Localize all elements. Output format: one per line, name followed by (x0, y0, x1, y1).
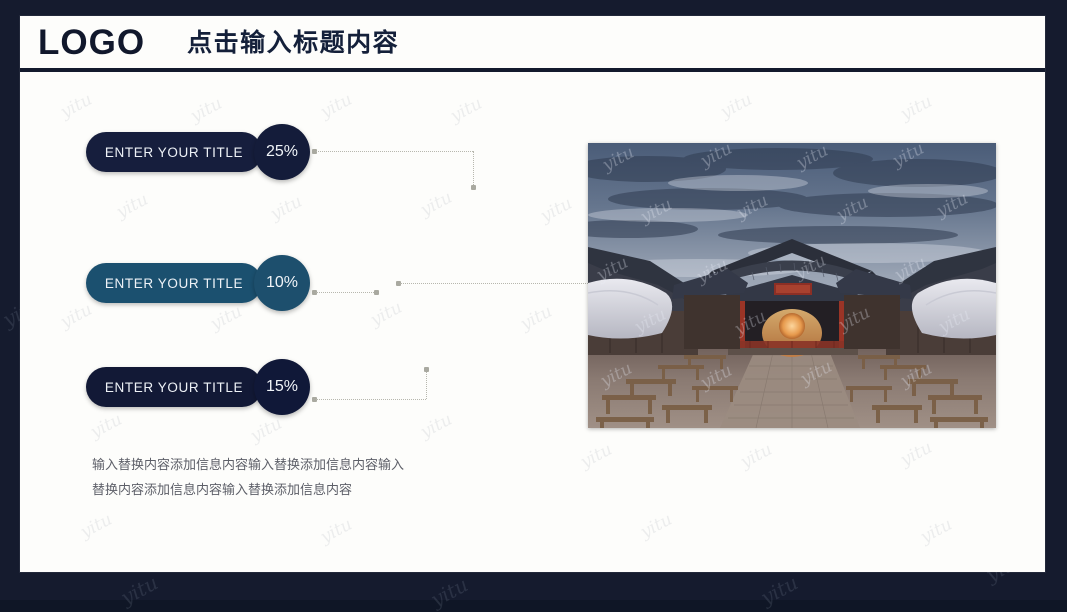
connector-line-h (316, 151, 473, 152)
watermark: yitu (897, 91, 936, 125)
watermark: yitu (57, 89, 96, 123)
connector-line-h (316, 399, 426, 400)
watermark: yitu (317, 89, 356, 123)
row-percent-label: 25% (265, 143, 299, 160)
watermark: yitu (517, 301, 556, 335)
watermark: yitu (267, 191, 306, 225)
watermark: yitu (426, 572, 472, 612)
row-title-label: ENTER YOUR TITLE (104, 275, 244, 291)
row-title-pill[interactable]: ENTER YOUR TITLE (86, 263, 262, 303)
watermark: yitu (187, 93, 226, 127)
connector-mid-node (374, 290, 379, 295)
watermark: yitu (737, 439, 776, 473)
watermark: yitu (207, 301, 246, 335)
watermark: yitu (537, 193, 576, 227)
watermark: yitu (87, 409, 126, 443)
watermark: yitu (577, 439, 616, 473)
slide-frame: yitu yitu yitu yitu yitu LOGO 点击输入标题内容 E… (0, 0, 1067, 612)
row-percent-badge[interactable]: 25% (254, 124, 310, 180)
row-percent-badge[interactable]: 15% (254, 359, 310, 415)
row-percent-label: 10% (265, 274, 299, 291)
watermark: yitu (247, 413, 286, 447)
row-title-label: ENTER YOUR TITLE (104, 144, 244, 160)
watermark: yitu (77, 509, 116, 543)
header-divider (20, 68, 1045, 72)
watermark: yitu (367, 297, 406, 331)
connector-line-stub (316, 292, 374, 293)
watermark: yitu (417, 187, 456, 221)
row-percent-label: 15% (265, 378, 299, 395)
watermark: yitu (717, 89, 756, 123)
watermark: yitu (897, 437, 936, 471)
connector-line-v (426, 371, 427, 399)
row-title-pill[interactable]: ENTER YOUR TITLE (86, 367, 262, 407)
logo: LOGO (38, 23, 146, 62)
connector-line-long (400, 283, 590, 284)
watermark: yitu (417, 409, 456, 443)
watermark: yitu (116, 570, 162, 610)
watermark: yitu (917, 514, 956, 548)
row-percent-badge[interactable]: 10% (254, 255, 310, 311)
row-title-label: ENTER YOUR TITLE (104, 379, 244, 395)
row-title-pill[interactable]: ENTER YOUR TITLE (86, 132, 262, 172)
slide-card: LOGO 点击输入标题内容 ENTER YOUR TITLE 25% ENTER… (20, 16, 1045, 572)
watermark: yitu (447, 93, 486, 127)
watermark: yitu (57, 299, 96, 333)
watermark: yitu (637, 509, 676, 543)
body-paragraph: 输入替换内容添加信息内容输入替换添加信息内容输入替换内容添加信息内容输入替换添加… (92, 458, 405, 498)
connector-end-node (424, 367, 429, 372)
connector-line-v (473, 151, 474, 187)
slide-header: LOGO 点击输入标题内容 (20, 16, 1045, 69)
connector-end-node (471, 185, 476, 190)
page-title: 点击输入标题内容 (187, 28, 400, 57)
watermark: yitu (756, 570, 802, 610)
watermark: yitu (113, 189, 152, 223)
content-image: yitu yitu yitu yitu yitu yitu yitu yitu … (588, 143, 996, 428)
watermark: yitu (317, 514, 356, 548)
